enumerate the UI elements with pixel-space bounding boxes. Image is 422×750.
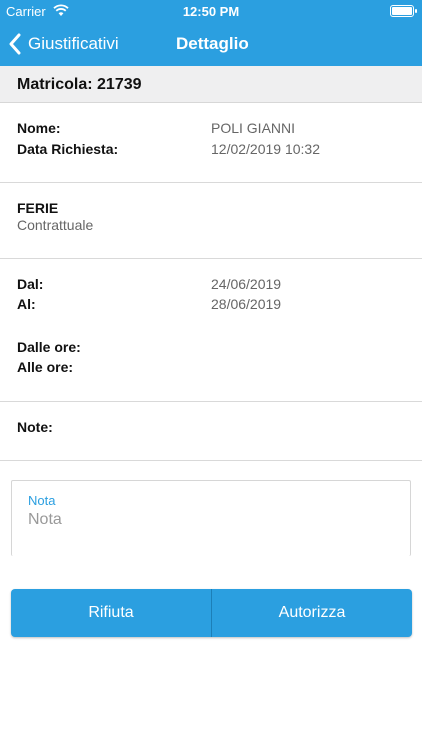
- nome-value: POLI GIANNI: [211, 120, 296, 136]
- dal-label: Dal:: [17, 276, 44, 292]
- battery-icon: [390, 5, 417, 17]
- person-section: Nome: POLI GIANNI Data Richiesta: 12/02/…: [0, 103, 422, 183]
- al-label: Al:: [17, 296, 36, 312]
- rifiuta-button[interactable]: Rifiuta: [11, 589, 211, 637]
- tipo-title: FERIE: [17, 200, 59, 216]
- note-section: Note:: [0, 402, 422, 461]
- nota-field: Nota: [11, 480, 411, 556]
- data-richiesta-value: 12/02/2019 10:32: [211, 141, 320, 157]
- nota-field-label: Nota: [28, 493, 56, 508]
- clock: 12:50 PM: [182, 4, 240, 19]
- back-button[interactable]: Giustificativi: [8, 22, 119, 66]
- tipo-section: FERIE Contrattuale: [0, 183, 422, 259]
- nome-label: Nome:: [17, 120, 61, 136]
- back-button-label: Giustificativi: [28, 34, 119, 53]
- note-label: Note:: [17, 419, 53, 435]
- dalle-ore-label: Dalle ore:: [17, 339, 81, 355]
- data-richiesta-label: Data Richiesta:: [17, 141, 119, 157]
- navigation-bar: Giustificativi Dettaglio: [0, 22, 422, 66]
- page-title: Dettaglio: [176, 34, 249, 53]
- dal-value: 24/06/2019: [211, 276, 282, 292]
- tipo-subtitle: Contrattuale: [17, 217, 94, 233]
- nota-input[interactable]: [28, 511, 388, 529]
- autorizza-button[interactable]: Autorizza: [212, 589, 412, 637]
- action-buttons: Rifiuta Autorizza: [11, 589, 412, 637]
- chevron-left-icon: [9, 33, 21, 55]
- periodo-section: Dal: 24/06/2019 Al: 28/06/2019 Dalle ore…: [0, 259, 422, 402]
- alle-ore-label: Alle ore:: [17, 359, 74, 375]
- matricola-header: Matricola: 21739: [0, 66, 422, 103]
- status-bar: Carrier 12:50 PM: [0, 0, 422, 22]
- al-value: 28/06/2019: [211, 296, 282, 312]
- matricola-label: Matricola:: [17, 76, 93, 93]
- matricola-value: 21739: [97, 76, 142, 93]
